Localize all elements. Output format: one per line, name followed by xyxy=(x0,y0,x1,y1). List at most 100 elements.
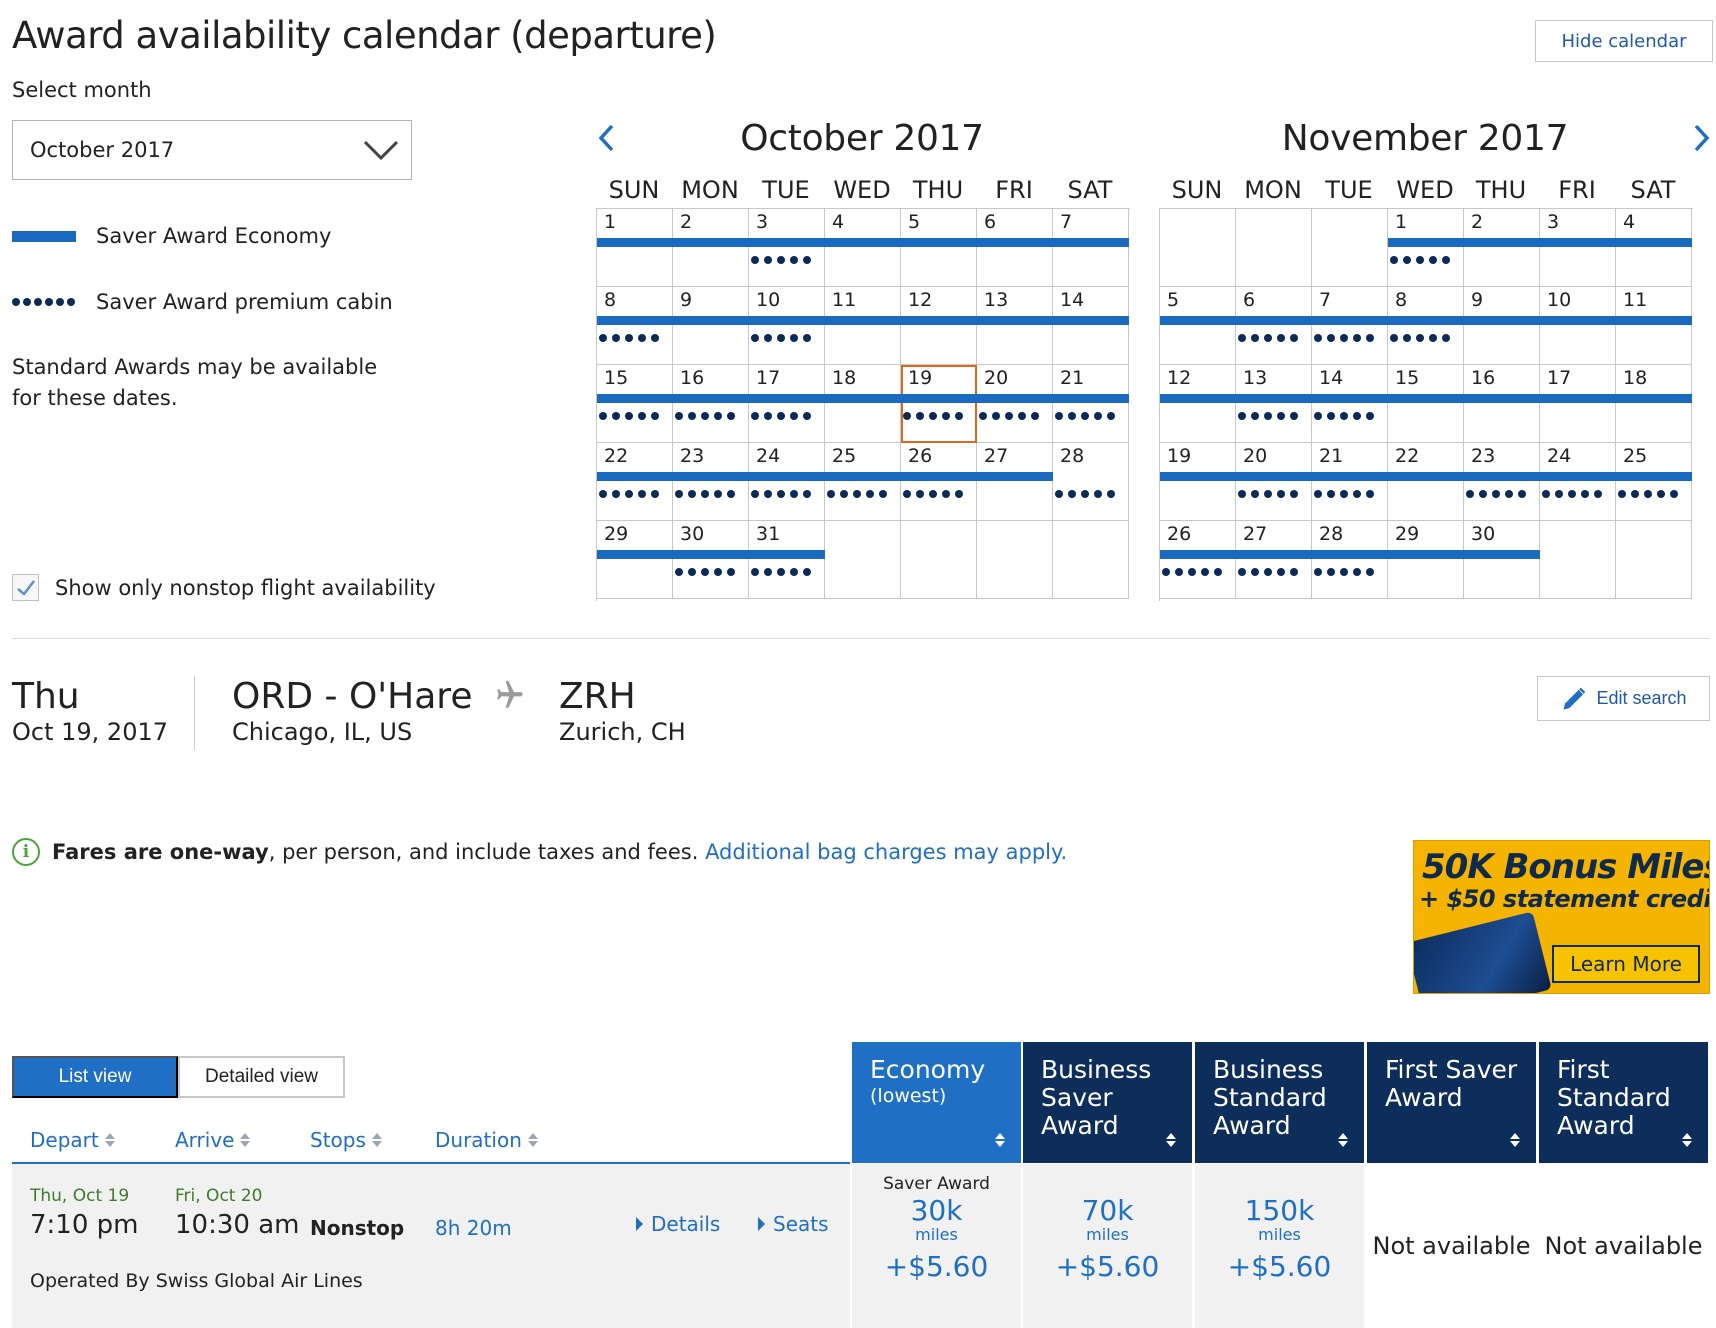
cabin-header-first-standard[interactable]: First Standard Award xyxy=(1539,1042,1708,1163)
calendar-day[interactable]: 14 xyxy=(1312,365,1388,443)
calendar-day[interactable]: 6 xyxy=(977,209,1053,287)
calendar-day[interactable]: 26 xyxy=(1160,521,1236,599)
sort-stops[interactable]: Stops xyxy=(310,1128,382,1152)
calendar-day[interactable]: 25 xyxy=(825,443,901,521)
calendar-day[interactable]: 26 xyxy=(901,443,977,521)
calendar-day[interactable]: 18 xyxy=(1616,365,1692,443)
calendar-day-number: 6 xyxy=(984,211,997,233)
sort-depart[interactable]: Depart xyxy=(30,1128,115,1152)
nonstop-checkbox-row[interactable]: Show only nonstop flight availability xyxy=(12,574,436,601)
saver-economy-bar xyxy=(1160,472,1236,481)
details-link[interactable]: Details xyxy=(636,1212,720,1236)
calendar-day[interactable]: 17 xyxy=(1540,365,1616,443)
calendar-day[interactable]: 5 xyxy=(1160,287,1236,365)
calendar-day[interactable]: 11 xyxy=(825,287,901,365)
price-cell-business-standard[interactable]: 150k miles +$5.60 xyxy=(1195,1164,1364,1328)
calendar-day[interactable]: 10 xyxy=(1540,287,1616,365)
sort-duration[interactable]: Duration xyxy=(435,1128,538,1152)
calendar-day[interactable]: 16 xyxy=(673,365,749,443)
promo-headline: 50K Bonus Miles xyxy=(1422,847,1710,887)
calendar-day[interactable]: 24 xyxy=(1540,443,1616,521)
hide-calendar-button[interactable]: Hide calendar xyxy=(1535,20,1713,62)
calendar-day[interactable]: 11 xyxy=(1616,287,1692,365)
calendar-day[interactable]: 6 xyxy=(1236,287,1312,365)
saver-economy-bar xyxy=(1160,394,1236,403)
saver-economy-bar xyxy=(901,238,977,247)
calendar-day[interactable]: 12 xyxy=(1160,365,1236,443)
calendar-day-number: 27 xyxy=(984,445,1009,467)
calendar-day[interactable]: 20 xyxy=(1236,443,1312,521)
calendar-day-number: 7 xyxy=(1319,289,1332,311)
calendar-day-number: 15 xyxy=(1395,367,1420,389)
calendar-day[interactable]: 7 xyxy=(1053,209,1129,287)
calendar-day[interactable]: 9 xyxy=(1464,287,1540,365)
calendar-day[interactable]: 13 xyxy=(1236,365,1312,443)
calendar-day[interactable]: 10 xyxy=(749,287,825,365)
calendar-day[interactable]: 31 xyxy=(749,521,825,599)
cabin-header-business-saver[interactable]: Business Saver Award xyxy=(1023,1042,1192,1163)
detailed-view-tab[interactable]: Detailed view xyxy=(178,1056,345,1098)
calendar-day[interactable]: 19 xyxy=(1160,443,1236,521)
calendar-day[interactable]: 30 xyxy=(1464,521,1540,599)
calendar-day[interactable]: 2 xyxy=(673,209,749,287)
stops-value: Nonstop xyxy=(310,1216,405,1240)
calendar-day[interactable]: 15 xyxy=(1388,365,1464,443)
price-cell-business-saver[interactable]: 70k miles +$5.60 xyxy=(1023,1164,1192,1328)
cabin-header-business-standard[interactable]: Business Standard Award xyxy=(1195,1042,1364,1163)
sort-arrive[interactable]: Arrive xyxy=(175,1128,251,1152)
calendar-day[interactable]: 4 xyxy=(825,209,901,287)
calendar-day-number: 6 xyxy=(1243,289,1256,311)
month-select[interactable]: October 2017 xyxy=(12,120,412,180)
calendar-day[interactable]: 29 xyxy=(597,521,673,599)
calendar-day[interactable]: 24 xyxy=(749,443,825,521)
calendar-day[interactable]: 5 xyxy=(901,209,977,287)
calendar-day[interactable]: 4 xyxy=(1616,209,1692,287)
calendar-day[interactable]: 14 xyxy=(1053,287,1129,365)
cabin-header-economy[interactable]: Economy (lowest) xyxy=(852,1042,1021,1163)
calendar-day[interactable]: 8 xyxy=(1388,287,1464,365)
calendar-day[interactable]: 23 xyxy=(1464,443,1540,521)
learn-more-button[interactable]: Learn More xyxy=(1552,945,1700,983)
calendar-day[interactable]: 19 xyxy=(901,365,977,443)
edit-search-button[interactable]: Edit search xyxy=(1537,676,1710,721)
calendar-day[interactable]: 25 xyxy=(1616,443,1692,521)
calendar-day[interactable]: 21 xyxy=(1312,443,1388,521)
promo-banner[interactable]: 50K Bonus Miles + $50 statement credit L… xyxy=(1413,840,1710,994)
calendar-day[interactable]: 3 xyxy=(1540,209,1616,287)
cabin-header-first-saver[interactable]: First Saver Award xyxy=(1367,1042,1536,1163)
calendar-day[interactable]: 15 xyxy=(597,365,673,443)
calendar-day[interactable]: 20 xyxy=(977,365,1053,443)
calendar-day[interactable]: 7 xyxy=(1312,287,1388,365)
calendar-day[interactable]: 27 xyxy=(977,443,1053,521)
calendar-day[interactable]: 16 xyxy=(1464,365,1540,443)
saver-economy-bar xyxy=(901,472,977,481)
calendar-day[interactable]: 2 xyxy=(1464,209,1540,287)
calendar-day-number: 24 xyxy=(1547,445,1572,467)
calendar-day[interactable]: 22 xyxy=(1388,443,1464,521)
calendar-day[interactable]: 29 xyxy=(1388,521,1464,599)
calendar-day[interactable]: 1 xyxy=(597,209,673,287)
nonstop-checkbox[interactable] xyxy=(12,574,39,601)
saver-economy-bar xyxy=(1540,394,1616,403)
calendar-day[interactable]: 22 xyxy=(597,443,673,521)
calendar-day[interactable]: 8 xyxy=(597,287,673,365)
weekday-label: TUE xyxy=(762,176,810,204)
calendar-day[interactable]: 17 xyxy=(749,365,825,443)
list-view-tab[interactable]: List view xyxy=(12,1056,178,1098)
calendar-day[interactable]: 3 xyxy=(749,209,825,287)
calendar-day[interactable]: 18 xyxy=(825,365,901,443)
calendar-day[interactable]: 28 xyxy=(1053,443,1129,521)
calendar-day[interactable]: 13 xyxy=(977,287,1053,365)
calendar-day[interactable]: 12 xyxy=(901,287,977,365)
nonstop-checkbox-label: Show only nonstop flight availability xyxy=(55,575,436,600)
calendar-day[interactable]: 27 xyxy=(1236,521,1312,599)
calendar-day[interactable]: 9 xyxy=(673,287,749,365)
seats-link[interactable]: Seats xyxy=(758,1212,829,1236)
bag-charges-link[interactable]: Additional bag charges may apply. xyxy=(705,840,1067,864)
calendar-day[interactable]: 21 xyxy=(1053,365,1129,443)
calendar-day[interactable]: 30 xyxy=(673,521,749,599)
calendar-day[interactable]: 23 xyxy=(673,443,749,521)
price-cell-economy[interactable]: Saver Award 30k miles +$5.60 xyxy=(852,1164,1021,1328)
calendar-day[interactable]: 1 xyxy=(1388,209,1464,287)
calendar-day[interactable]: 28 xyxy=(1312,521,1388,599)
